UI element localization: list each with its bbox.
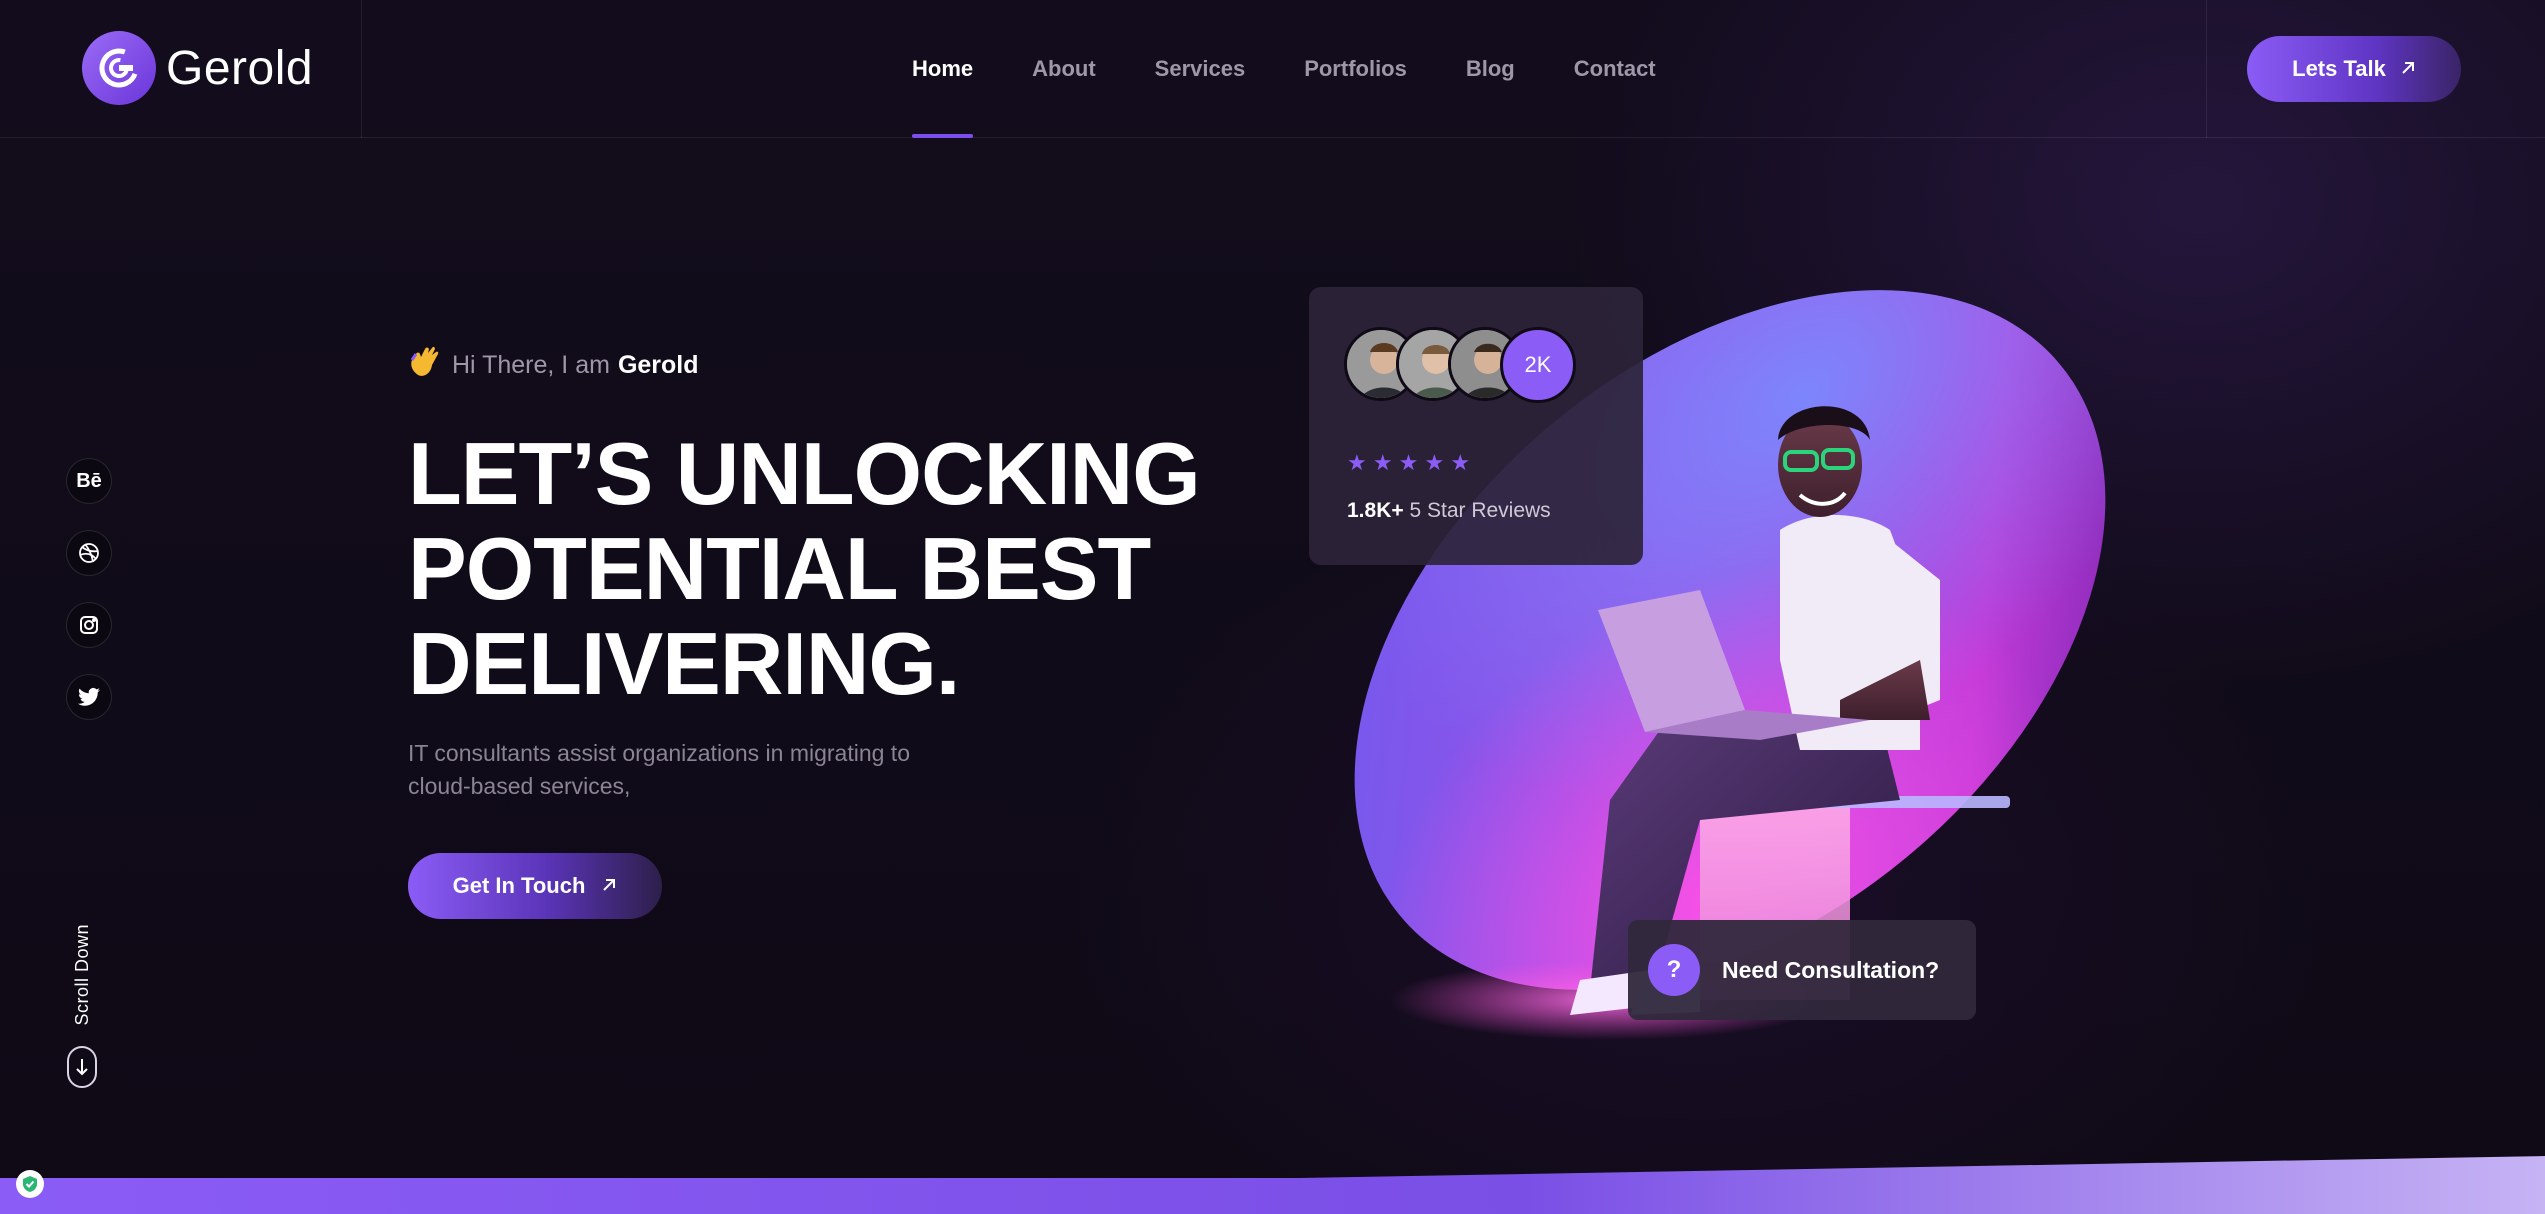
reviews-summary: 1.8K+ 5 Star Reviews xyxy=(1347,499,1551,523)
shield-check-icon[interactable] xyxy=(16,1170,44,1198)
behance-icon[interactable]: Bē xyxy=(66,458,112,504)
site-header: Gerold Home About Services Portfolios Bl… xyxy=(0,0,2545,138)
greeting-prefix: Hi There, I am xyxy=(452,351,610,379)
nav-portfolios[interactable]: Portfolios xyxy=(1304,0,1407,138)
nav-contact[interactable]: Contact xyxy=(1574,0,1656,138)
lets-talk-button[interactable]: Lets Talk xyxy=(2247,36,2461,102)
get-in-touch-label: Get In Touch xyxy=(452,873,586,898)
lets-talk-label: Lets Talk xyxy=(2292,56,2386,81)
reviews-count-badge: 2K xyxy=(1500,327,1576,403)
reviews-count: 1.8K+ xyxy=(1347,499,1404,522)
instagram-icon[interactable] xyxy=(66,602,112,648)
headline-line: POTENTIAL BEST xyxy=(408,519,1151,618)
hero-subtext: IT consultants assist organizations in m… xyxy=(408,740,910,799)
reviews-label: 5 Star Reviews xyxy=(1409,499,1551,522)
social-links: Bē xyxy=(66,458,112,720)
logo-mark-icon xyxy=(82,31,156,105)
need-consultation-card[interactable]: ? Need Consultation? xyxy=(1628,920,1976,1020)
header-divider xyxy=(361,0,362,138)
main-nav: Home About Services Portfolios Blog Cont… xyxy=(912,0,1656,138)
greeting: Hi There, I am Gerold xyxy=(408,345,1208,386)
logo[interactable]: Gerold xyxy=(82,30,313,106)
nav-home[interactable]: Home xyxy=(912,0,974,138)
hero-headline: LET’S UNLOCKING POTENTIAL BEST DELIVERIN… xyxy=(408,426,1228,711)
twitter-icon[interactable] xyxy=(66,674,112,720)
scroll-down-label: Scroll Down xyxy=(71,924,92,1026)
star-rating: ★ ★ ★ ★ ★ xyxy=(1347,450,1471,475)
nav-services[interactable]: Services xyxy=(1155,0,1246,138)
greeting-name: Gerold xyxy=(617,351,699,379)
arrow-down-icon[interactable] xyxy=(67,1045,97,1088)
headline-line: DELIVERING. xyxy=(408,614,960,713)
avatar-group: 2K xyxy=(1344,327,1576,403)
arrow-up-right-icon xyxy=(2400,56,2416,82)
reviews-card: 2K ★ ★ ★ ★ ★ 1.8K+ 5 Star Reviews xyxy=(1309,287,1643,565)
question-icon: ? xyxy=(1648,944,1700,996)
logo-text: Gerold xyxy=(166,41,314,95)
bottom-ribbon xyxy=(0,1156,2545,1214)
header-divider xyxy=(2206,0,2207,138)
dribbble-icon[interactable] xyxy=(66,530,112,576)
arrow-up-right-icon xyxy=(601,873,617,899)
behance-label: Bē xyxy=(76,469,102,492)
waving-hand-icon xyxy=(408,345,444,386)
headline-line: LET’S UNLOCKING xyxy=(408,424,1201,523)
consultation-label: Need Consultation? xyxy=(1722,956,1940,983)
nav-about[interactable]: About xyxy=(1032,0,1096,138)
nav-blog[interactable]: Blog xyxy=(1466,0,1515,138)
scroll-down: Scroll Down xyxy=(64,924,100,1088)
hero-section: Hi There, I am Gerold LET’S UNLOCKING PO… xyxy=(408,345,1208,919)
get-in-touch-button[interactable]: Get In Touch xyxy=(408,853,662,919)
